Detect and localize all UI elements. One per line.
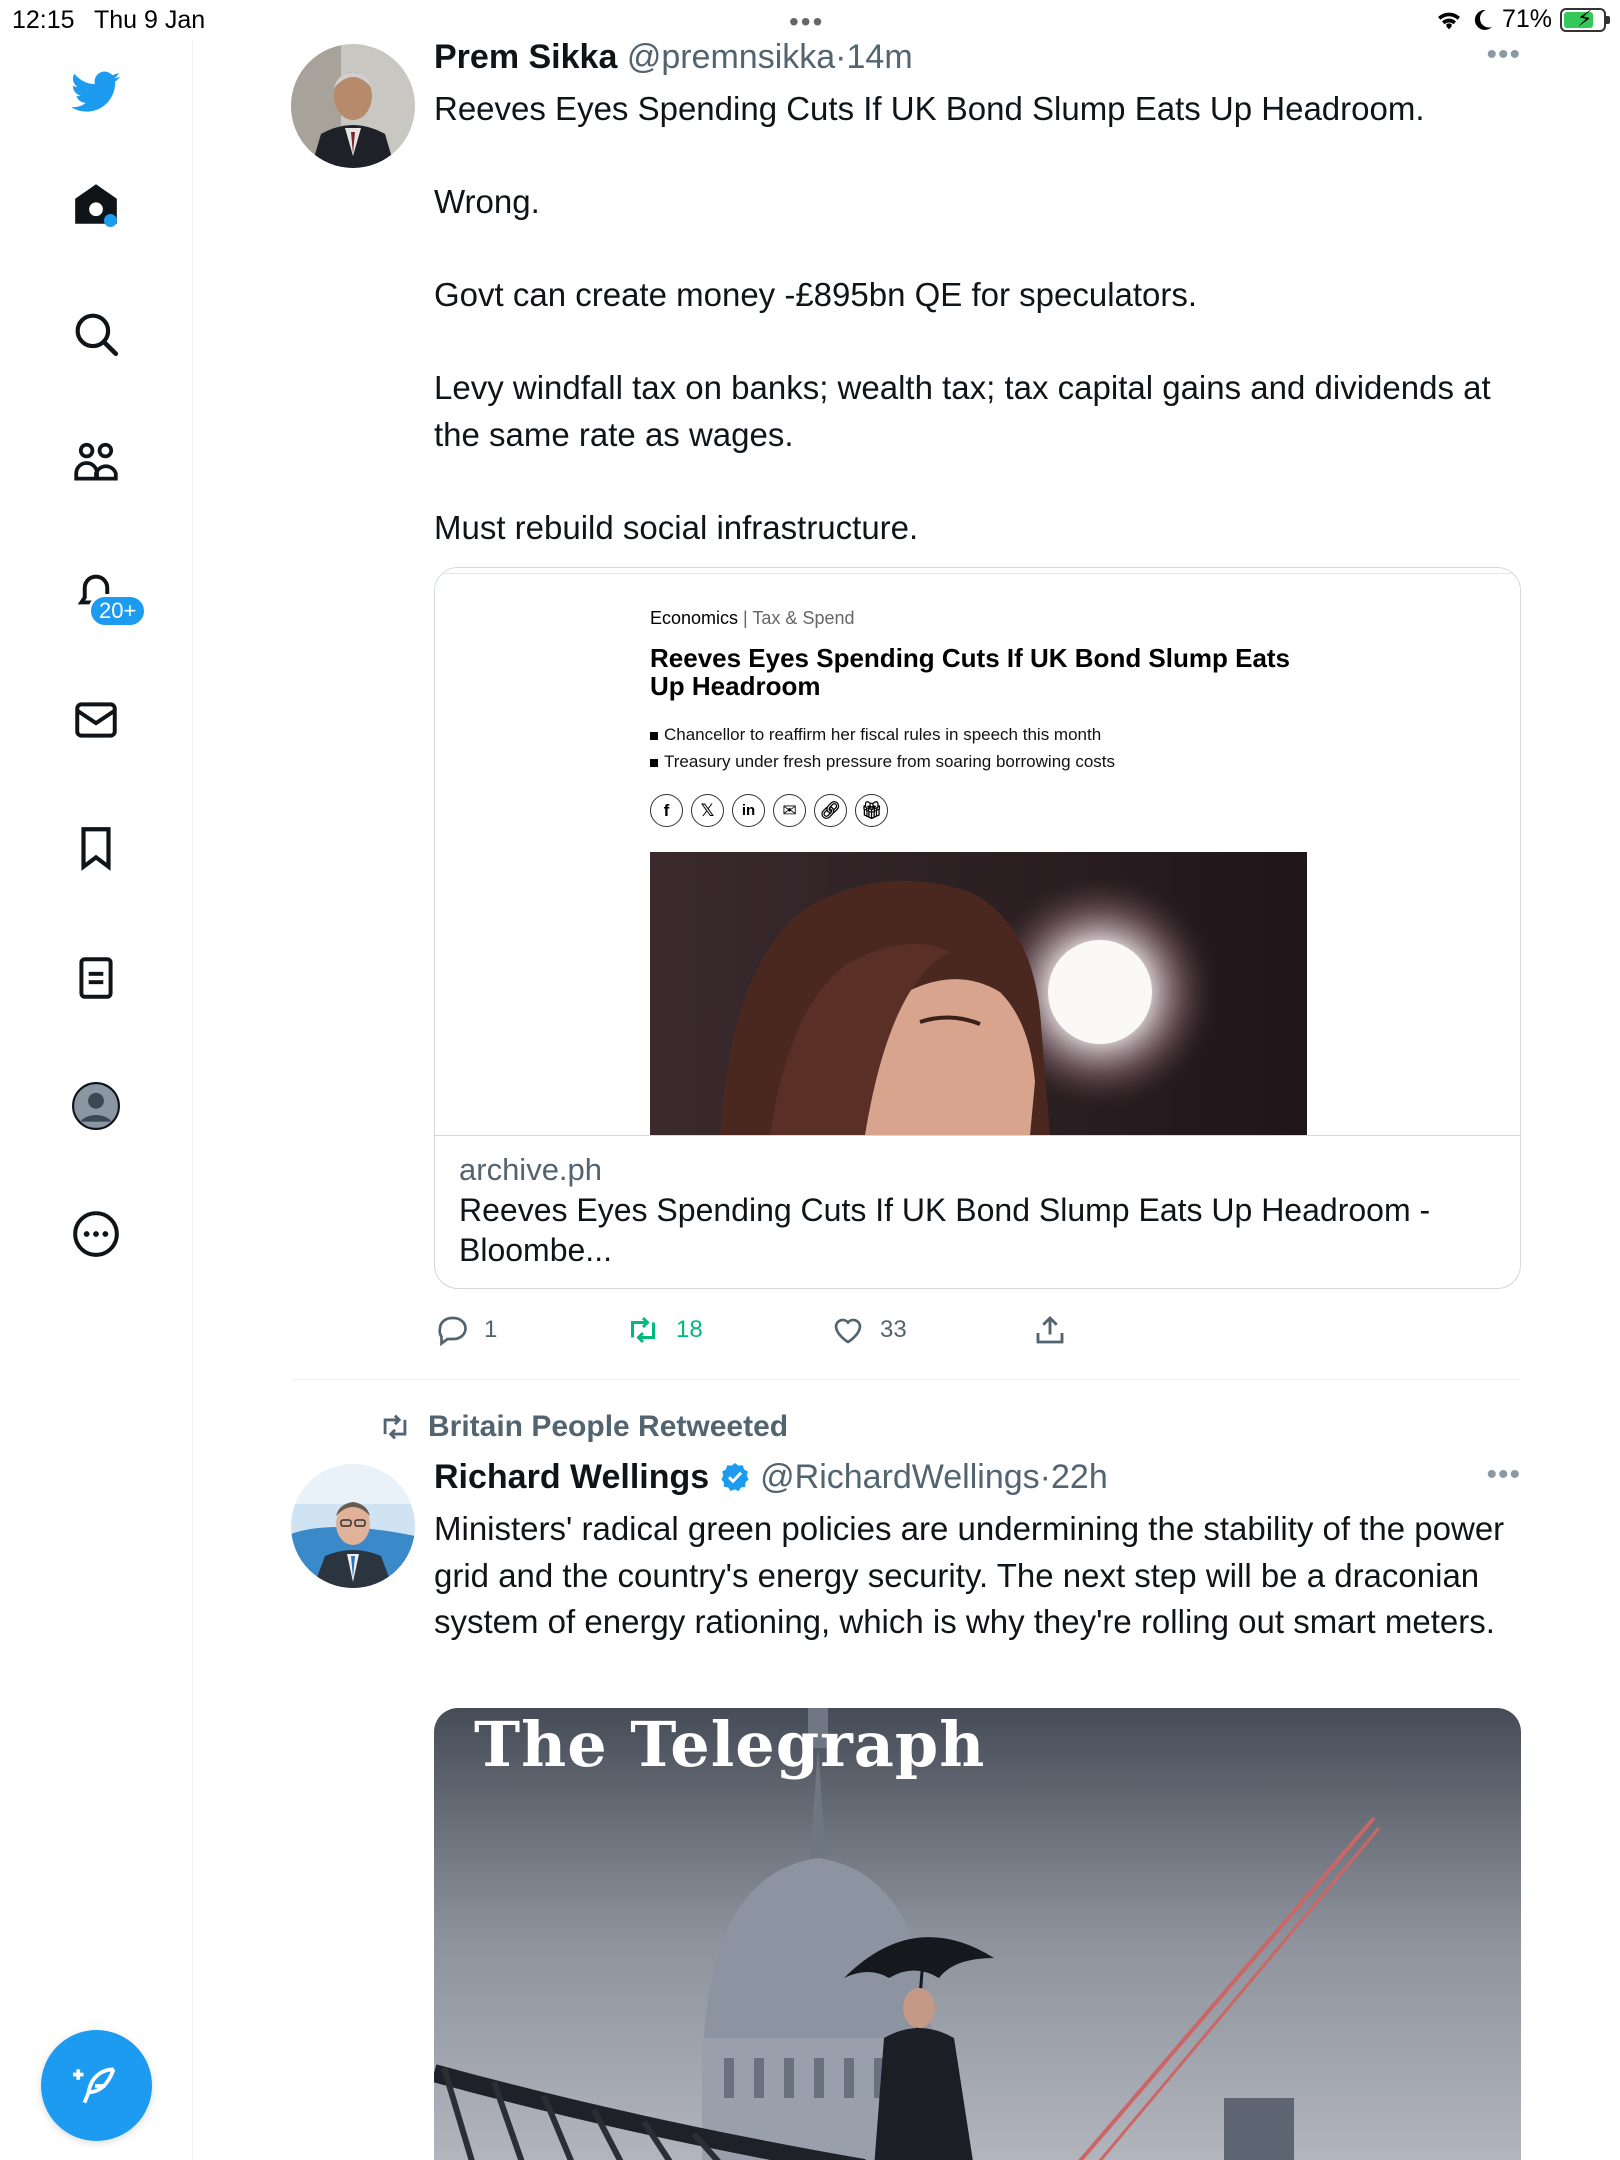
notifications-badge: 20+ [88,594,148,628]
share-button[interactable] [1032,1312,1068,1348]
email-icon: ✉ [773,794,806,827]
facebook-icon: f [650,794,683,827]
x-icon: 𝕏 [691,794,724,827]
article-kicker: Economics | Tax & Spend [650,608,855,628]
like-button[interactable]: 33 [830,1312,907,1348]
card-meta: archive.ph Reeves Eyes Spending Cuts If … [435,1135,1520,1288]
tweet-actions: 1 18 33 [434,1312,1134,1356]
retweet-count: 18 [676,1316,703,1343]
tweet-text: Ministers' radical green policies are un… [434,1510,1505,1640]
verified-badge-icon [721,1463,749,1492]
card-title: Reeves Eyes Spending Cuts If UK Bond Slu… [459,1192,1431,1268]
tweet-paragraph: Reeves Eyes Spending Cuts If UK Bond Slu… [434,90,1425,127]
telegraph-masthead-logo: The Telegraph [474,1708,986,1781]
like-count: 33 [880,1316,907,1343]
author-name[interactable]: Prem Sikka [434,38,617,76]
tweet-divider [291,1379,1521,1380]
tweet-more-icon[interactable]: ••• [1486,1458,1521,1492]
wifi-icon [1437,12,1460,29]
tweet-more-icon[interactable]: ••• [1486,38,1521,72]
article-bullets: Chancellor to reaffirm her fiscal rules … [650,721,1115,775]
multitasking-dots-icon[interactable]: ••• [789,6,824,38]
retweeted-by-label[interactable]: Britain People Retweeted [376,1410,788,1444]
tweet-header: Richard Wellings @RichardWellings·22h [434,1458,1108,1496]
tweet-paragraph: Govt can create money -£895bn QE for spe… [434,276,1198,313]
retweet-button[interactable]: 18 [624,1312,703,1348]
article-screenshot: Economics | Tax & Spend Reeves Eyes Spen… [435,568,1520,1135]
moon-icon [1474,9,1492,30]
tweet-header: Prem Sikka @premnsikka·14m [434,38,913,76]
author-handle[interactable]: @RichardWellings [760,1458,1040,1496]
link-preview-card[interactable]: Economics | Tax & Spend Reeves Eyes Spen… [434,567,1521,1289]
tweet-paragraph: Wrong. [434,183,540,220]
more-options-icon[interactable] [64,1202,128,1266]
tweet-time[interactable]: 22h [1051,1458,1108,1496]
messages-envelope-icon[interactable] [64,688,128,752]
sidebar: 20+ [0,40,193,2160]
lists-icon[interactable] [64,946,128,1010]
status-right: 71% ⚡ [1434,5,1610,34]
bookmarks-icon[interactable] [64,816,128,880]
gift-icon: 🎁︎ [855,794,888,827]
reply-icon [438,1316,467,1347]
compose-feather-icon [72,2066,115,2103]
author-name[interactable]: Richard Wellings [434,1458,709,1496]
tweet-paragraph: Levy windfall tax on banks; wealth tax; … [434,369,1491,453]
compose-tweet-button[interactable] [41,2030,152,2141]
retweet-icon [383,1414,407,1440]
tweet-text: Reeves Eyes Spending Cuts If UK Bond Slu… [434,86,1514,551]
retweet-icon [631,1316,655,1344]
battery-percent: 71% [1501,5,1552,33]
author-handle[interactable]: @premnsikka [627,38,835,76]
share-icon [1036,1315,1064,1344]
article-share-row: f 𝕏 in ✉ 🔗︎ 🎁︎ [650,794,888,827]
link-icon: 🔗︎ [814,794,847,827]
reply-count: 1 [484,1316,498,1343]
home-icon[interactable] [64,172,128,236]
card-domain: archive.ph [459,1152,603,1187]
tweet-media-image[interactable]: The Telegraph [434,1708,1521,2160]
profile-avatar-icon[interactable] [64,1074,128,1138]
status-date: Thu 9 Jan [94,6,206,34]
tweet-time[interactable]: 14m [847,38,913,76]
tweet-paragraph: Must rebuild social infrastructure. [434,508,919,546]
heart-icon [834,1318,862,1344]
twitter-logo-icon[interactable] [64,60,128,124]
avatar[interactable] [291,44,415,168]
article-headline: Reeves Eyes Spending Cuts If UK Bond Slu… [650,643,1291,701]
home-unread-dot [104,214,117,227]
reply-button[interactable]: 1 [434,1312,497,1348]
avatar[interactable] [291,1464,415,1588]
communities-icon[interactable] [64,430,128,494]
search-icon[interactable] [64,302,128,366]
article-photo [650,852,1307,1135]
status-bar: 12:15 Thu 9 Jan ••• 71% ⚡ [0,0,1620,40]
status-time: 12:15 [12,6,75,34]
linkedin-icon: in [732,794,765,827]
battery-icon: ⚡ [1560,6,1610,32]
